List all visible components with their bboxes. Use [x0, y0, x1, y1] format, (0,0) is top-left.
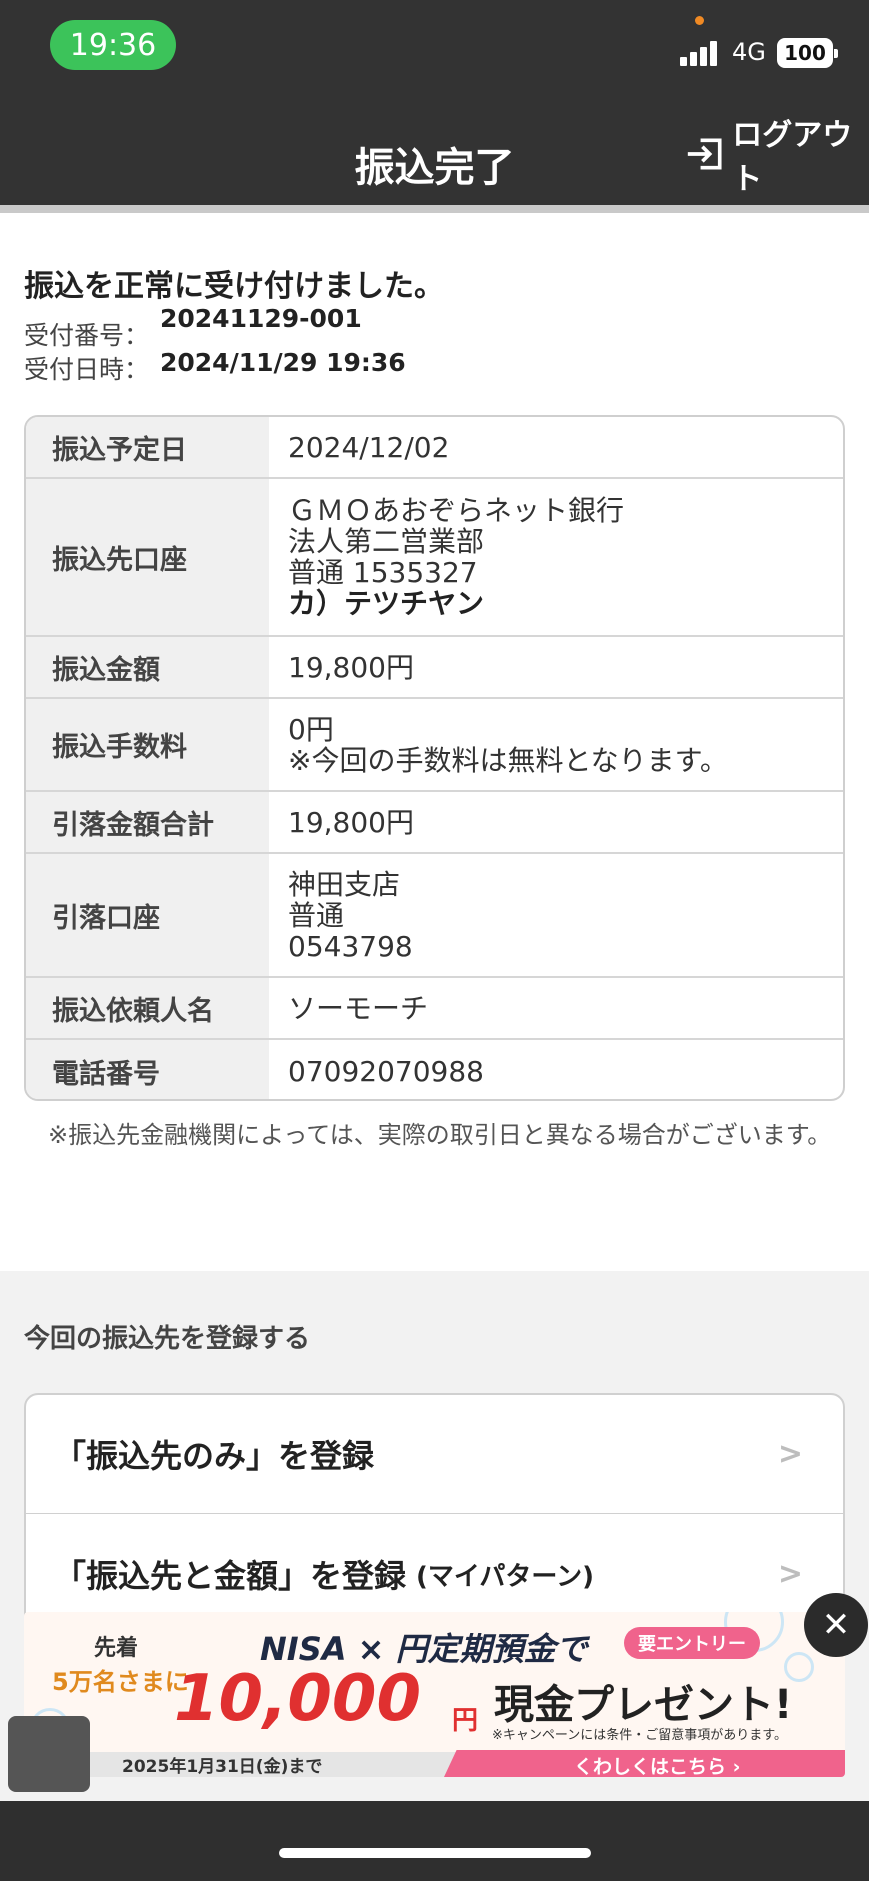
success-message: 振込を正常に受け付けました。 — [24, 269, 444, 304]
promo-banner[interactable]: 先着 5万名さまに NISA × 円定期預金で 要エントリー 10,000 円 … — [24, 1612, 845, 1777]
network-type: 4G — [732, 38, 766, 66]
signal-icon — [680, 40, 722, 66]
banner-conditions: ※キャンペーンには条件・ご留意事項があります。 — [492, 1728, 787, 1743]
battery-icon: 100 — [777, 38, 838, 68]
detail-value: 0円 ※今回の手数料は無料となります。 — [288, 712, 728, 777]
logout-button[interactable]: ログアウト — [686, 118, 869, 197]
detail-row: 引落口座 神田支店 普通 0543798 — [26, 854, 843, 978]
header-divider — [0, 205, 869, 213]
status-time: 19:36 — [50, 20, 176, 70]
register-section-heading: 今回の振込先を登録する — [24, 1324, 311, 1354]
close-banner-button[interactable]: ✕ — [804, 1593, 868, 1657]
receipt-datetime: 2024/11/29 19:36 — [160, 348, 406, 377]
entry-required-badge: 要エントリー — [624, 1627, 760, 1659]
banner-limit-text: 5万名さまに — [52, 1668, 189, 1696]
register-payee-only-button[interactable]: 「振込先のみ」を登録 > — [24, 1393, 845, 1515]
detail-row: 振込予定日 2024/12/02 — [26, 417, 843, 479]
detail-label: 振込手数料 — [26, 699, 269, 790]
register-option-sublabel: (マイパターン) — [416, 1561, 594, 1592]
detail-label: 振込金額 — [26, 637, 269, 697]
banner-amount: 10,000 — [174, 1662, 421, 1736]
chevron-right-icon: > — [777, 1436, 803, 1472]
close-icon: ✕ — [821, 1605, 851, 1645]
transfer-detail-table: 振込予定日 2024/12/02 振込先口座 ＧＭＯあおぞらネット銀行 法人第二営… — [24, 415, 845, 1101]
banner-details-link[interactable]: くわしくはこちら › — [574, 1752, 740, 1777]
detail-value: ソーモーチ — [288, 991, 429, 1025]
detail-row: 引落金額合計 19,800円 — [26, 792, 843, 854]
register-option-label: 「振込先のみ」を登録 — [54, 1437, 375, 1475]
detail-label: 振込依頼人名 — [26, 978, 269, 1038]
transfer-date-note: ※振込先金融機関によっては、実際の取引日と異なる場合がございます。 — [48, 1121, 832, 1149]
banner-first-text: 先着 — [94, 1636, 139, 1661]
banner-deadline: 2025年1月31日(金)まで — [122, 1757, 323, 1777]
register-option-label: 「振込先と金額」を登録 — [54, 1557, 407, 1595]
detail-row: 振込金額 19,800円 — [26, 637, 843, 699]
detail-value: 19,800円 — [288, 650, 414, 684]
detail-label: 振込先口座 — [26, 479, 269, 635]
detail-label: 振込予定日 — [26, 417, 269, 477]
receipt-number: 20241129-001 — [160, 304, 362, 333]
banner-yen: 円 — [452, 1706, 479, 1736]
detail-row: 電話番号 07092070988 — [26, 1040, 843, 1099]
detail-row: 振込手数料 0円 ※今回の手数料は無料となります。 — [26, 699, 843, 792]
detail-label: 引落金額合計 — [26, 792, 269, 852]
banner-cash-present: 現金プレゼント! — [494, 1682, 793, 1728]
privacy-indicator-dot — [695, 16, 704, 25]
detail-value: 07092070988 — [288, 1055, 484, 1088]
bottom-bar — [0, 1801, 869, 1881]
detail-value: ＧＭＯあおぞらネット銀行 法人第二営業部 普通 1535327 カ）テツチヤン — [288, 494, 625, 620]
receipt-number-label: 受付番号： — [24, 321, 150, 350]
chevron-right-icon: > — [777, 1556, 803, 1592]
app-header: 19:36 4G 100 振込完了 ログアウト — [0, 0, 869, 205]
detail-row: 振込先口座 ＧＭＯあおぞらネット銀行 法人第二営業部 普通 1535327 カ）テツチ… — [26, 479, 843, 637]
detail-value: 神田支店 普通 0543798 — [288, 867, 413, 963]
logout-icon — [687, 138, 722, 170]
side-tab-handle[interactable] — [8, 1716, 90, 1792]
transfer-result-panel: 振込を正常に受け付けました。 受付番号： 20241129-001 受付日時： … — [0, 213, 869, 1271]
detail-value: 19,800円 — [288, 805, 414, 839]
home-indicator[interactable] — [279, 1848, 591, 1858]
detail-row: 振込依頼人名 ソーモーチ — [26, 978, 843, 1040]
detail-value: 2024/12/02 — [288, 430, 450, 464]
detail-label: 電話番号 — [26, 1040, 269, 1099]
receipt-datetime-label: 受付日時： — [24, 355, 150, 384]
detail-label: 引落口座 — [26, 854, 269, 976]
logout-label: ログアウト — [732, 118, 853, 197]
